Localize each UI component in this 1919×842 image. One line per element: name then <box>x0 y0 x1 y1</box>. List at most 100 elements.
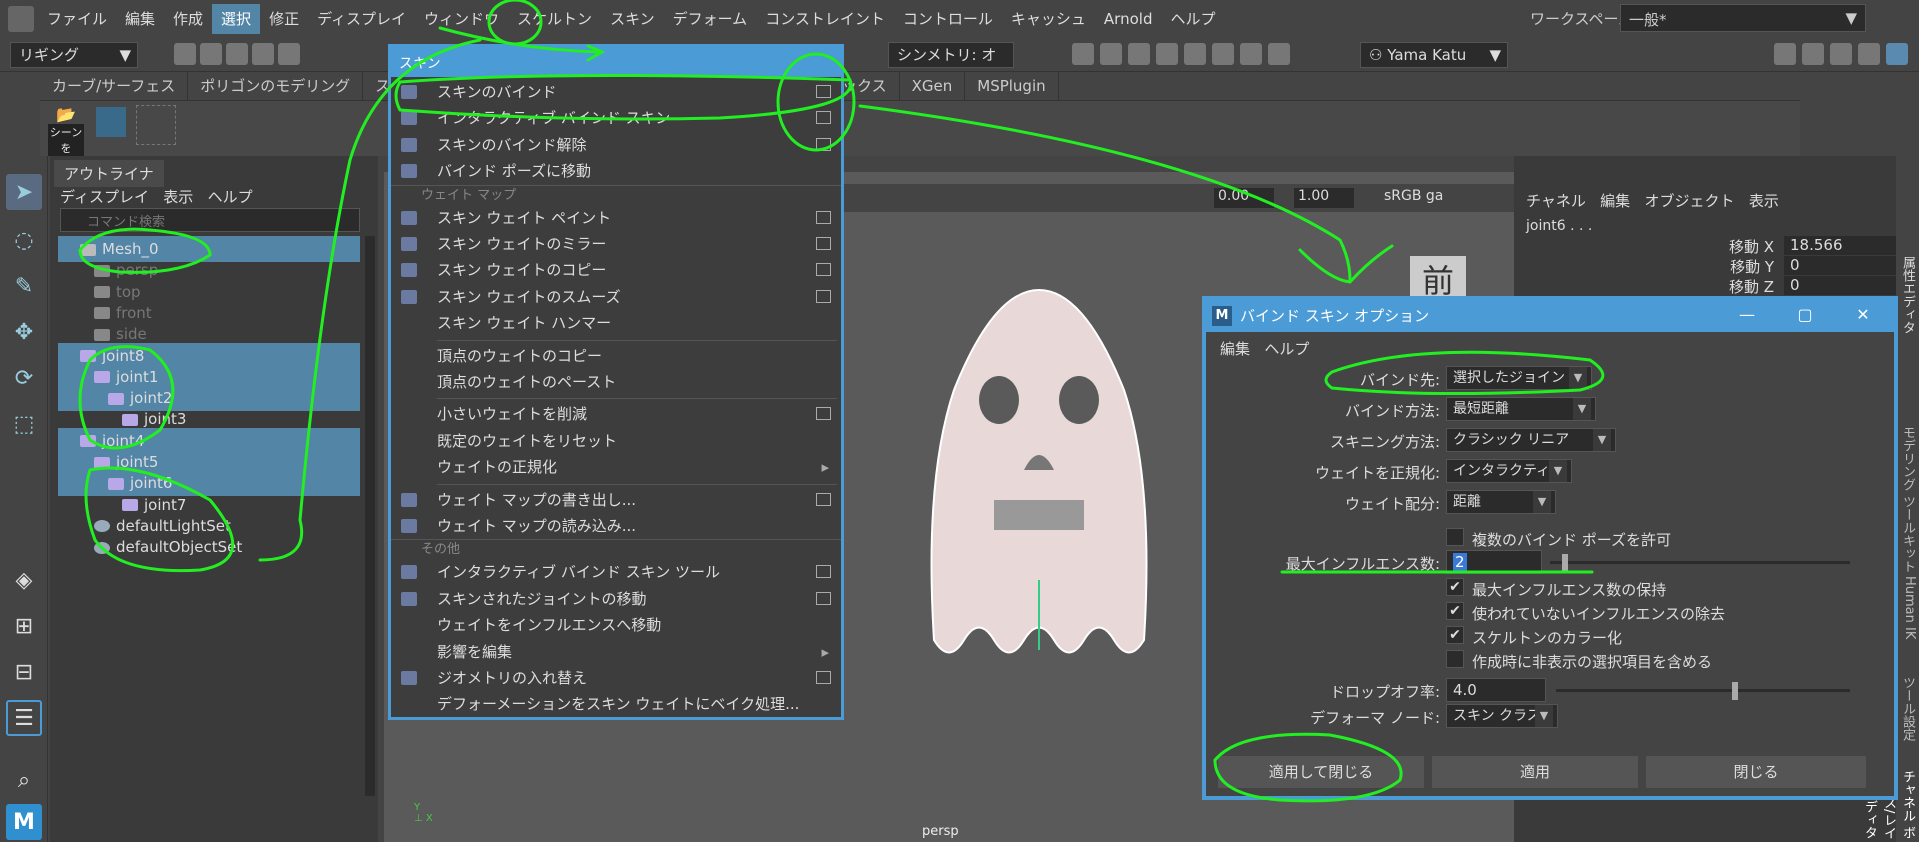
field-select[interactable]: 選択したジョイント ▼ <box>1446 366 1592 390</box>
channel-menu-object[interactable]: オブジェクト <box>1645 192 1735 210</box>
tab-attribute-editor[interactable]: 属性エディタ <box>1897 256 1917 334</box>
menu-7[interactable]: スケルトン <box>508 4 601 34</box>
shelf-tab-1[interactable]: ポリゴンのモデリング <box>188 72 364 100</box>
maya-home-icon[interactable]: M <box>6 804 42 840</box>
option-box-icon[interactable] <box>816 591 831 605</box>
skin-menu-item[interactable]: 頂点のウェイトのペースト <box>391 369 841 395</box>
modeling-toolkit-toggle-icon[interactable] <box>1774 43 1796 65</box>
dialog-menu-help[interactable]: ヘルプ <box>1264 340 1309 358</box>
skin-menu-item[interactable]: デフォーメーションをスキン ウェイトにベイク処理... <box>391 691 841 717</box>
layers-toggle-icon[interactable] <box>1886 43 1908 65</box>
new-scene-icon[interactable] <box>174 43 196 65</box>
skin-menu-item[interactable]: スキン ウェイト ペイント <box>391 205 841 231</box>
slider-knob[interactable] <box>1732 682 1738 700</box>
exposure-field[interactable]: 0.00 <box>1214 188 1274 208</box>
channel-menu-channels[interactable]: チャネル <box>1526 192 1586 210</box>
option-box-icon[interactable] <box>816 671 831 684</box>
arnold-render-icon[interactable] <box>1212 43 1234 65</box>
pause-icon[interactable] <box>1268 43 1290 65</box>
field-select[interactable]: インタラクティブ ▼ <box>1446 459 1572 483</box>
menu-8[interactable]: スキン <box>601 4 664 34</box>
skin-menu-item[interactable]: スキン ウェイトのスムーズ <box>391 284 841 310</box>
scale-tool-icon[interactable]: ⬚ <box>6 406 42 442</box>
arnold-ipr-icon[interactable] <box>1240 43 1262 65</box>
open-scene-icon[interactable] <box>200 43 222 65</box>
outliner-menu-help[interactable]: ヘルプ <box>208 188 253 206</box>
close-window-button[interactable]: ✕ <box>1834 300 1892 332</box>
menu-13[interactable]: Arnold <box>1095 4 1162 34</box>
max-influences-input[interactable]: 2 <box>1446 550 1542 574</box>
field-select[interactable]: 距離 ▼ <box>1446 490 1556 514</box>
two-view-layout-icon[interactable]: ⊟ <box>6 654 42 690</box>
attr-value[interactable]: 18.566 <box>1784 236 1900 255</box>
render-frame-icon[interactable] <box>1100 43 1122 65</box>
slider-knob[interactable] <box>1562 554 1568 572</box>
menu-9[interactable]: デフォーム <box>664 4 757 34</box>
menu-1[interactable]: 編集 <box>116 4 164 34</box>
attr-value[interactable]: 0 <box>1784 276 1900 295</box>
apply-button[interactable]: 適用 <box>1432 756 1638 788</box>
skin-menu-title[interactable]: スキン <box>391 47 841 77</box>
skin-menu-item[interactable]: インタラクティブ バインド スキン ツール <box>391 559 841 585</box>
option-box-icon[interactable] <box>816 137 831 151</box>
skin-menu-item[interactable]: スキン ウェイトのミラー <box>391 231 841 257</box>
outliner-layout-icon[interactable]: ☰ <box>6 700 42 736</box>
select-tool-icon[interactable]: ➤ <box>6 174 42 210</box>
deformer-select[interactable]: スキン クラスタ ▼ <box>1446 704 1558 728</box>
option-box-icon[interactable] <box>816 111 831 125</box>
outliner-shelf-icon[interactable] <box>96 107 126 137</box>
symmetry-select[interactable]: シンメトリ: オフ <box>888 42 1014 88</box>
tab-modeling-toolkit[interactable]: モデリング ツールキット <box>1897 426 1917 573</box>
menu-5[interactable]: ディスプレイ <box>308 4 415 34</box>
menu-set-select[interactable]: リギング ▼ <box>10 42 138 68</box>
render-view-icon[interactable] <box>1072 43 1094 65</box>
outliner-menu-display[interactable]: ディスプレイ <box>60 188 149 206</box>
minimize-button[interactable]: — <box>1718 300 1776 332</box>
option-box-icon[interactable] <box>816 210 831 224</box>
workspace-select[interactable]: 一般* ▼ <box>1620 4 1866 32</box>
menu-6[interactable]: ウィンドウ <box>415 4 508 34</box>
skin-menu-item[interactable]: 既定のウェイトをリセット <box>391 428 841 454</box>
checkbox[interactable]: ✔ <box>1446 602 1464 620</box>
redo-icon[interactable] <box>278 43 300 65</box>
max-influences-slider[interactable] <box>1550 554 1850 572</box>
move-tool-icon[interactable]: ✥ <box>6 314 42 350</box>
ipr-render-icon[interactable] <box>1128 43 1150 65</box>
skin-menu-item[interactable]: スキンのバインド <box>391 79 841 105</box>
hypershade-icon[interactable] <box>1184 43 1206 65</box>
field-select[interactable]: クラシック リニア ▼ <box>1446 428 1616 452</box>
render-settings-icon[interactable] <box>1156 43 1178 65</box>
option-box-icon[interactable] <box>816 289 831 303</box>
channel-menu-show[interactable]: 表示 <box>1749 192 1779 210</box>
single-perspective-layout-icon[interactable]: ◈ <box>6 562 42 598</box>
skin-menu-item[interactable]: スキンのバインド解除 <box>391 132 841 158</box>
checkbox[interactable]: ✔ <box>1446 578 1464 596</box>
rotate-tool-icon[interactable]: ⟳ <box>6 360 42 396</box>
outliner-tab[interactable]: アウトライナ <box>54 160 164 187</box>
field-select[interactable]: 最短距離 ▼ <box>1446 397 1596 421</box>
option-box-icon[interactable] <box>816 237 831 250</box>
search-icon[interactable]: ⌕ <box>6 762 42 798</box>
shelf-tab-7[interactable]: XGen <box>900 72 966 100</box>
outliner-search-input[interactable]: コマンド検索 <box>60 208 360 232</box>
channel-menu-edit[interactable]: 編集 <box>1600 192 1630 210</box>
skin-menu-item[interactable]: ウェイト マップの読み込み... <box>391 513 841 539</box>
skin-menu-item[interactable]: バインド ポーズに移動 <box>391 158 841 184</box>
menu-4[interactable]: 修正 <box>260 4 308 34</box>
open-scene-shelf-button[interactable]: 📂 シーンを <box>48 105 84 156</box>
menu-10[interactable]: コンストレイント <box>756 4 894 34</box>
skin-menu-item[interactable]: ジオメトリの入れ替え <box>391 665 841 691</box>
skin-menu-item[interactable]: 小さいウェイトを削減 <box>391 401 841 427</box>
attribute-editor-toggle-icon[interactable] <box>1802 43 1824 65</box>
option-box-icon[interactable] <box>816 565 831 579</box>
skin-menu-item[interactable]: 頂点のウェイトのコピー <box>391 343 841 369</box>
tab-channel-box[interactable]: チャネル ボックス/レイヤ エディタ <box>1862 770 1917 842</box>
outliner-scrollbar[interactable] <box>365 236 375 796</box>
maximize-button[interactable]: ▢ <box>1776 300 1834 332</box>
tab-human-ik[interactable]: Human IK <box>1897 576 1917 639</box>
checkbox[interactable]: ✔ <box>1446 626 1464 644</box>
gamma-field[interactable]: 1.00 <box>1294 188 1354 208</box>
skin-menu-item[interactable]: スキン ウェイト ハンマー <box>391 310 841 336</box>
skin-menu-item[interactable]: インタラクティブ バインド スキン <box>391 105 841 131</box>
option-box-icon[interactable] <box>816 492 831 506</box>
